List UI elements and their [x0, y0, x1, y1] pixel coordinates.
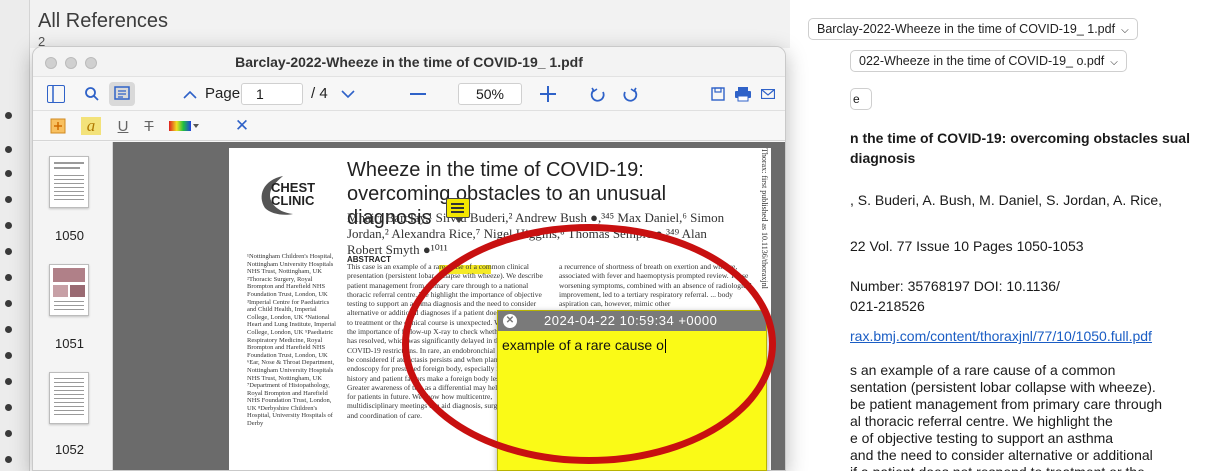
- rotate-left-icon[interactable]: [589, 85, 607, 103]
- note-tool-icon[interactable]: [49, 117, 67, 135]
- journal-side-text: Thorax: first published as 10.1136/thora…: [760, 148, 769, 289]
- thumbnail-sidebar: 1050 1051 1052: [33, 142, 113, 470]
- reference-authors: , S. Buderi, A. Bush, M. Daniel, S. Jord…: [850, 192, 1163, 208]
- attachment-label: 022-Wheeze in the time of COVID-19_ o.pd…: [859, 54, 1105, 68]
- list-bullet: [5, 274, 12, 281]
- list-bullet: [5, 326, 12, 333]
- search-icon[interactable]: [83, 85, 101, 103]
- rotate-right-icon[interactable]: [621, 85, 639, 103]
- list-bullet: [5, 112, 12, 119]
- zoom-level-input[interactable]: 50%: [458, 83, 522, 105]
- color-picker-icon[interactable]: [169, 120, 199, 132]
- window-title: Barclay-2022-Wheeze in the time of COVID…: [235, 54, 583, 70]
- next-page-icon[interactable]: [339, 85, 357, 103]
- list-bullet: [5, 352, 12, 359]
- background-sidebar: [0, 0, 30, 471]
- annotations-icon[interactable]: [109, 82, 135, 106]
- annotation-toolbar: a U T ✕: [33, 111, 785, 141]
- page-thumbnail[interactable]: [49, 156, 89, 208]
- chest-clinic-logo-text: CHEST CLINIC: [271, 180, 316, 208]
- reference-detail-panel: Barclay-2022-Wheeze in the time of COVID…: [790, 0, 1214, 471]
- reference-ids: Number: 35768197 DOI: 10.1136/: [850, 278, 1060, 294]
- list-bullet: [5, 430, 12, 437]
- strikethrough-tool-icon[interactable]: T: [141, 117, 157, 135]
- page-thumbnail[interactable]: [49, 264, 89, 316]
- close-toolbar-icon[interactable]: ✕: [233, 116, 251, 135]
- page-thumbnail[interactable]: [49, 372, 89, 424]
- viewer-toolbar: Page 1 / 4 50%: [33, 77, 785, 111]
- reference-ids-cont: 021-218526: [850, 298, 925, 314]
- underline-tool-icon[interactable]: U: [115, 117, 131, 135]
- reference-title: n the time of COVID-19: overcoming obsta…: [850, 130, 1190, 166]
- chevron-down-icon: ⌵: [1121, 25, 1129, 36]
- references-list-title: All References: [38, 10, 169, 32]
- reference-type-button[interactable]: e: [850, 88, 872, 110]
- page-number-input[interactable]: 1: [241, 83, 303, 105]
- highlight-tool-icon[interactable]: a: [81, 116, 101, 135]
- article-affiliations: ¹Nottingham Children's Hospital, Notting…: [247, 253, 336, 428]
- page-label: Page: [205, 85, 241, 102]
- list-bullet: [5, 378, 12, 385]
- thumbnail-label: 1051: [55, 336, 84, 351]
- attachment-label: Barclay-2022-Wheeze in the time of COVID…: [817, 22, 1116, 36]
- window-titlebar: Barclay-2022-Wheeze in the time of COVID…: [33, 47, 785, 77]
- chevron-down-icon: ⌵: [1110, 57, 1118, 68]
- note-marker-icon[interactable]: [446, 198, 470, 223]
- zoom-out-icon[interactable]: [409, 85, 427, 103]
- list-bullet: [5, 196, 12, 203]
- zoom-in-icon[interactable]: [539, 85, 557, 103]
- page-total: / 4: [311, 85, 328, 102]
- reference-url-link[interactable]: rax.bmj.com/content/thoraxjnl/77/10/1050…: [850, 326, 1210, 346]
- list-bullet: [5, 404, 12, 411]
- print-icon[interactable]: [733, 85, 753, 103]
- sidebar-toggle-icon[interactable]: [47, 85, 65, 103]
- attachment-dropdown[interactable]: 022-Wheeze in the time of COVID-19_ o.pd…: [850, 50, 1127, 72]
- list-bullet: [5, 146, 12, 153]
- red-annotation-circle: [402, 224, 776, 464]
- abstract-line: if a patient does not respond to treatme…: [850, 462, 1210, 471]
- list-bullet: [5, 222, 12, 229]
- list-bullet: [5, 456, 12, 463]
- thumbnail-label: 1052: [55, 442, 84, 457]
- attachment-dropdown[interactable]: Barclay-2022-Wheeze in the time of COVID…: [808, 18, 1138, 40]
- list-bullet: [5, 170, 12, 177]
- email-icon[interactable]: [759, 85, 777, 103]
- list-bullet: [5, 300, 12, 307]
- reference-citation: 22 Vol. 77 Issue 10 Pages 1050-1053: [850, 238, 1084, 254]
- thumbnail-label: 1050: [55, 228, 84, 243]
- previous-page-icon[interactable]: [181, 85, 199, 103]
- save-icon[interactable]: [709, 85, 727, 103]
- list-bullet: [5, 248, 12, 255]
